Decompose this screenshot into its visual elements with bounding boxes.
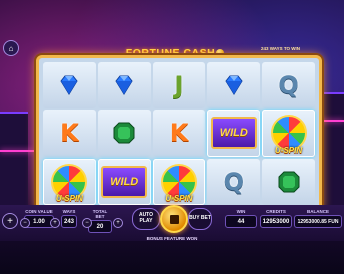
reel-4: WILD Q [207, 62, 261, 205]
letter-k-icon: K [60, 119, 79, 148]
spin-button[interactable] [160, 205, 188, 233]
wild-badge: WILD [101, 165, 148, 198]
symbol-uspin: U-SPIN [152, 158, 206, 205]
buy-bet-button[interactable]: BUY BET [188, 208, 212, 230]
bet-increase-button[interactable]: + [113, 218, 123, 228]
symbol-diamond [43, 62, 96, 109]
balance-display: 12953000.85 FUN [294, 215, 342, 228]
symbol-j: J [152, 62, 206, 109]
symbol-q: Q [262, 62, 315, 109]
symbol-diamond [97, 62, 151, 109]
win-field: WIN 44 [225, 209, 257, 228]
symbol-diamond [207, 62, 261, 109]
letter-q-icon: Q [223, 167, 244, 196]
symbol-k: K [152, 110, 206, 157]
coin-increase-button[interactable]: + [50, 218, 60, 228]
stop-icon [169, 214, 179, 224]
bet-menu-button[interactable]: + [2, 213, 18, 229]
green-emerald-icon [113, 122, 135, 144]
auto-play-button[interactable]: AUTO PLAY [132, 208, 160, 230]
bet-decrease-button[interactable]: − [82, 218, 92, 228]
ways-field: WAYS 243 [61, 209, 77, 228]
blue-diamond-icon [115, 75, 133, 96]
symbol-uspin: U-SPIN [262, 110, 315, 157]
uspin-label: U-SPIN [165, 193, 193, 203]
symbol-wild: WILD [97, 158, 151, 205]
letter-q-icon: Q [278, 71, 299, 100]
home-icon: ⌂ [8, 43, 14, 53]
win-display: 44 [225, 215, 257, 228]
bonus-feature-text: BONUS FEATURE WON [146, 236, 198, 241]
reel-5: Q U-SPIN [262, 62, 315, 205]
reels-grid: K U-SPIN WILD J K U-SPIN WILD Q Q U-SPIN [43, 62, 315, 205]
uspin-label: U-SPIN [275, 145, 303, 155]
ways-display: 243 [61, 215, 77, 228]
symbol-uspin: U-SPIN [43, 158, 96, 205]
credits-field: CREDITS 12953000 [260, 209, 292, 228]
credits-display: 12953000 [260, 215, 292, 228]
reel-3: J K U-SPIN [152, 62, 206, 205]
letter-k-icon: K [169, 119, 189, 148]
symbol-emerald [262, 158, 315, 205]
letter-j-icon: J [174, 71, 184, 100]
blue-diamond-icon [225, 75, 243, 96]
home-button[interactable]: ⌂ [3, 40, 19, 56]
reel-frame: K U-SPIN WILD J K U-SPIN WILD Q Q U-SPIN [36, 55, 322, 212]
uspin-label: U-SPIN [55, 193, 83, 203]
coin-decrease-button[interactable]: − [20, 218, 30, 228]
wild-badge: WILD [210, 117, 257, 150]
symbol-k: K [43, 110, 96, 157]
symbol-q: Q [207, 158, 261, 205]
symbol-wild: WILD [207, 110, 261, 157]
reel-1: K U-SPIN [43, 62, 96, 205]
balance-field: BALANCE 12953000.85 FUN [294, 209, 342, 228]
green-emerald-icon [278, 171, 300, 193]
ways-to-win-text: 243 WAYS TO WIN [260, 46, 300, 51]
symbol-emerald [97, 110, 151, 157]
plus-icon: + [7, 215, 13, 227]
blue-diamond-icon [60, 75, 79, 96]
neon-line [0, 150, 34, 152]
reel-2: WILD [97, 62, 151, 205]
